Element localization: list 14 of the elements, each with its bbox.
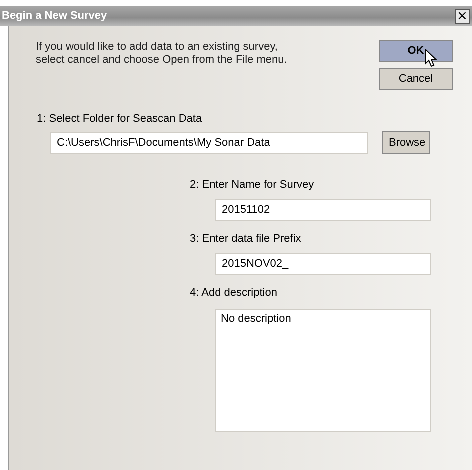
field-label: 4: Add description [190, 287, 278, 301]
field-label: 3: Enter data file Prefix [190, 233, 302, 247]
text-field[interactable]: 2015NOV02_ [215, 253, 431, 275]
text-field[interactable]: 20151102 [215, 199, 431, 221]
window-title: Begin a New Survey [2, 10, 108, 22]
cancel-button[interactable]: Cancel [379, 68, 453, 90]
instruction-text: If you would like to add data to an existing survey, select cancel and choose Open from the File menu. [36, 40, 288, 68]
description-field[interactable]: No description [215, 309, 431, 432]
close-button[interactable]: × [455, 8, 470, 24]
mouse-pointer-icon [425, 49, 437, 68]
browse-button[interactable]: Browse [382, 131, 430, 154]
folder-label: 1: Select Folder for Seascan Data [36, 112, 204, 125]
folder-path-field[interactable]: C:\Users\ChrisF\Documents\My Sonar Data [50, 132, 368, 154]
field-label: 2: Enter Name for Survey [190, 179, 316, 193]
